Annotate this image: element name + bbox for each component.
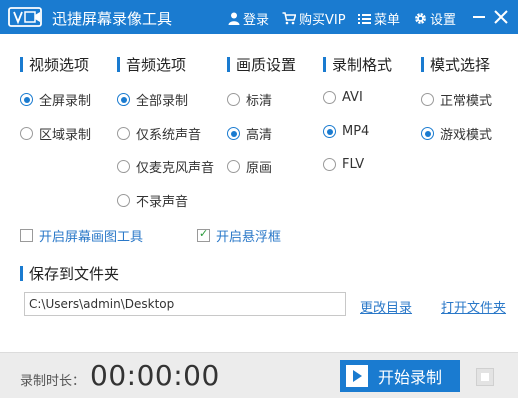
checkbox-indicator (20, 229, 33, 242)
video-options-group: 视频选项 (20, 54, 89, 74)
radio-format-mp4[interactable]: MP4 (323, 124, 369, 139)
radio-audio-mic[interactable]: 仅麦克风声音 (117, 157, 214, 176)
radio-label: 不录声音 (136, 195, 189, 210)
app-logo-icon (8, 7, 42, 27)
radio-format-avi[interactable]: AVI (323, 90, 363, 105)
section-bar (20, 266, 23, 281)
menu-icon (358, 13, 371, 24)
radio-indicator (323, 158, 336, 171)
radio-mode-game[interactable]: 游戏模式 (421, 124, 492, 143)
radio-quality-sd[interactable]: 标清 (227, 90, 272, 109)
radio-label: 仅麦克风声音 (136, 161, 215, 176)
stop-recording-button[interactable] (476, 368, 494, 386)
radio-label: MP4 (342, 124, 370, 139)
footer-bar: 录制时长： 00:00:00 开始录制 (0, 352, 518, 398)
radio-indicator (20, 93, 33, 106)
quality-settings-group: 画质设置 (227, 54, 296, 74)
audio-options-title: 音频选项 (126, 55, 187, 74)
radio-indicator (421, 127, 434, 140)
title-bar: 迅捷屏幕录像工具 登录 购买VIP 菜单 设置 (0, 0, 518, 34)
radio-mode-normal[interactable]: 正常模式 (421, 90, 492, 109)
radio-audio-all[interactable]: 全部录制 (117, 90, 188, 109)
checkbox-indicator (197, 227, 210, 242)
checkbox-drawing-tool[interactable]: 开启屏幕画图工具 (20, 226, 143, 245)
radio-indicator (421, 93, 434, 106)
radio-label: 仅系统声音 (136, 128, 202, 143)
radio-label: 原画 (246, 161, 273, 176)
save-section-header: 保存到文件夹 (20, 263, 119, 284)
radio-quality-hd[interactable]: 高清 (227, 124, 272, 143)
radio-label: AVI (342, 90, 363, 105)
cart-icon (282, 12, 296, 25)
radio-fullscreen[interactable]: 全屏录制 (20, 90, 91, 109)
user-icon (228, 12, 240, 25)
checkbox-floating-window[interactable]: 开启悬浮框 (197, 226, 281, 245)
duration-label: 录制时长： (20, 374, 86, 389)
buy-vip-button[interactable]: 购买VIP (282, 9, 346, 28)
open-folder-link[interactable]: 打开文件夹 (441, 297, 506, 316)
save-section-title: 保存到文件夹 (29, 265, 120, 283)
gear-icon (415, 13, 426, 24)
menu-label: 菜单 (374, 13, 401, 28)
radio-audio-none[interactable]: 不录声音 (117, 191, 188, 210)
radio-label: 正常模式 (440, 94, 493, 109)
section-bar (421, 56, 424, 72)
play-icon (346, 365, 368, 387)
format-title: 录制格式 (332, 55, 393, 74)
mode-group: 模式选择 (421, 54, 490, 74)
minimize-button[interactable] (468, 6, 490, 28)
radio-label: FLV (342, 157, 365, 172)
radio-label: 全屏录制 (39, 94, 92, 109)
section-bar (117, 56, 120, 72)
change-directory-link[interactable]: 更改目录 (360, 297, 412, 316)
radio-indicator (227, 93, 240, 106)
radio-region[interactable]: 区域录制 (20, 124, 91, 143)
quality-settings-title: 画质设置 (236, 55, 297, 74)
radio-indicator (20, 127, 33, 140)
section-bar (227, 56, 230, 72)
settings-button[interactable]: 设置 (414, 9, 456, 28)
checkbox-label: 开启悬浮框 (216, 230, 282, 245)
video-options-title: 视频选项 (29, 55, 90, 74)
checkbox-label: 开启屏幕画图工具 (39, 230, 144, 245)
radio-indicator (117, 160, 130, 173)
radio-audio-system[interactable]: 仅系统声音 (117, 124, 201, 143)
audio-options-group: 音频选项 (117, 54, 186, 74)
login-label: 登录 (243, 13, 270, 28)
save-path-input[interactable] (24, 292, 346, 316)
radio-label: 区域录制 (39, 128, 92, 143)
radio-indicator (323, 91, 336, 104)
section-bar (323, 56, 326, 72)
start-recording-label: 开始录制 (378, 368, 443, 387)
radio-label: 全部录制 (136, 94, 189, 109)
radio-indicator (227, 127, 240, 140)
radio-indicator (117, 127, 130, 140)
radio-label: 标清 (246, 94, 273, 109)
radio-indicator (227, 160, 240, 173)
format-group: 录制格式 (323, 54, 392, 74)
radio-indicator (323, 125, 336, 138)
radio-indicator (117, 194, 130, 207)
radio-indicator (117, 93, 130, 106)
radio-label: 高清 (246, 128, 273, 143)
close-button[interactable] (490, 6, 512, 28)
login-button[interactable]: 登录 (228, 9, 269, 28)
section-bar (20, 56, 23, 72)
radio-label: 游戏模式 (440, 128, 493, 143)
radio-format-flv[interactable]: FLV (323, 157, 364, 172)
settings-label: 设置 (430, 13, 457, 28)
start-recording-button[interactable]: 开始录制 (340, 360, 460, 392)
app-title: 迅捷屏幕录像工具 (52, 10, 173, 28)
radio-quality-original[interactable]: 原画 (227, 157, 272, 176)
menu-button[interactable]: 菜单 (358, 9, 400, 28)
duration-timer: 00:00:00 (90, 359, 220, 392)
mode-title: 模式选择 (430, 55, 491, 74)
buy-vip-label: 购买VIP (299, 13, 346, 28)
